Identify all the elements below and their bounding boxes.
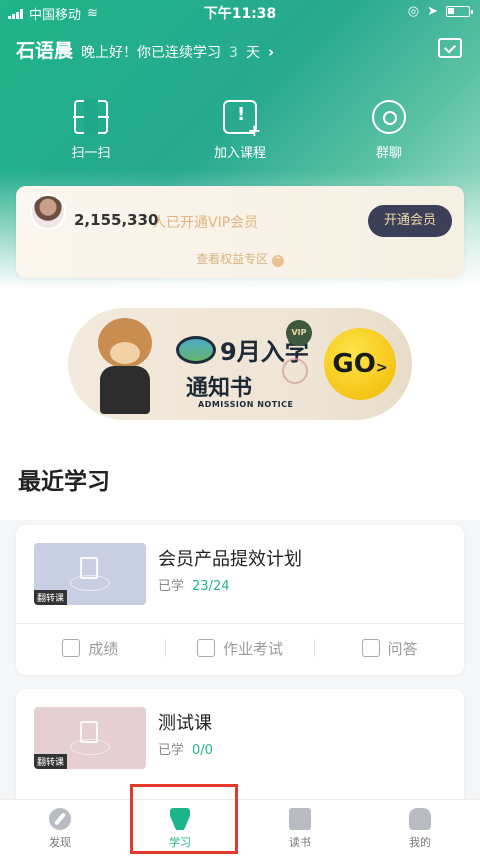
scan-label: 扫一扫 — [71, 146, 111, 161]
admission-banner[interactable]: 9月入学 通知书 ADMISSION NOTICE VIP GO> — [68, 308, 412, 420]
add-course-icon — [223, 100, 261, 140]
location-icon: ➤ — [427, 4, 438, 19]
course-title[interactable]: 会员产品提效计划 — [158, 545, 302, 571]
tab-me[interactable]: 我的 — [360, 800, 480, 857]
progress-label: 已学 — [158, 743, 185, 758]
open-vip-button[interactable]: 开通会员 — [368, 205, 452, 237]
view-benefits-label: 查看权益专区 — [196, 252, 269, 266]
banner-subtitle: ADMISSION NOTICE — [198, 400, 294, 409]
course-type-tag: 翻转课 — [34, 590, 68, 605]
grades-button[interactable]: 成绩 — [16, 638, 165, 659]
quick-actions: 扫一扫 加入课程 群聊 — [0, 99, 480, 170]
compass-icon — [49, 808, 71, 830]
qa-label: 问答 — [387, 639, 418, 658]
chevron-up-icon: ⌃ — [271, 255, 284, 267]
globe-icon — [176, 336, 216, 364]
message-icon[interactable] — [438, 38, 462, 58]
add-course-button[interactable]: 加入课程 — [195, 100, 285, 161]
tab-discover[interactable]: 发现 — [0, 800, 120, 857]
streak-days: 3 — [229, 45, 238, 61]
tab-discover-label: 发现 — [49, 836, 71, 849]
vip-badge-icon: VIP — [286, 320, 312, 346]
go-arrow-icon: > — [375, 360, 388, 376]
scan-button[interactable]: 扫一扫 — [46, 99, 136, 161]
stamp-icon — [282, 358, 308, 384]
homework-exam-label: 作业考试 — [223, 639, 284, 658]
go-label: GO — [332, 349, 376, 379]
homework-icon — [197, 639, 215, 657]
vip-member-text: 人已开通VIP会员 — [152, 215, 259, 231]
streak-unit: 天 — [245, 45, 260, 61]
status-right: ◎ ➤ — [407, 4, 473, 19]
qa-button[interactable]: 问答 — [315, 638, 464, 659]
progress-value: 23/24 — [192, 579, 230, 594]
progress-value: 0/0 — [192, 743, 213, 758]
course-type-tag: 翻转课 — [34, 754, 68, 769]
bear-mascot-icon — [90, 318, 160, 414]
tab-bar: 发现 学习 读书 我的 — [0, 799, 480, 857]
book-icon — [289, 808, 311, 830]
greeting-message: 晚上好！你已连续学习 — [81, 45, 222, 61]
course-title[interactable]: 测试课 — [158, 709, 212, 735]
group-chat-label: 群聊 — [375, 146, 402, 161]
user-icon — [409, 808, 431, 830]
chevron-right-icon: › — [267, 43, 275, 61]
avatar — [30, 194, 66, 230]
course-sub-actions: 成绩 作业考试 问答 — [16, 633, 464, 663]
recent-learning-title: 最近学习 — [18, 469, 110, 495]
course-thumbnail[interactable]: 翻转课 — [34, 543, 146, 605]
course-progress: 已学 23/24 — [158, 575, 229, 594]
card-divider — [16, 623, 464, 624]
group-chat-icon — [372, 100, 406, 134]
scan-icon — [73, 99, 109, 135]
course-thumbnail[interactable]: 翻转课 — [34, 707, 146, 769]
course-progress: 已学 0/0 — [158, 739, 213, 758]
course-card: 翻转课 会员产品提效计划 已学 23/24 成绩 作业考试 问答 — [16, 525, 464, 675]
status-bar: 中国移动 ≋ 下午11:38 ◎ ➤ — [0, 0, 480, 24]
tab-me-label: 我的 — [409, 836, 431, 849]
grades-label: 成绩 — [88, 639, 119, 658]
vip-member-count: 2,155,330 — [74, 211, 159, 229]
go-button[interactable]: GO> — [324, 328, 396, 400]
grades-icon — [62, 639, 81, 657]
homework-exam-button[interactable]: 作业考试 — [166, 638, 315, 659]
group-chat-button[interactable]: 群聊 — [344, 100, 434, 161]
tab-reading[interactable]: 读书 — [240, 800, 360, 857]
tab-reading-label: 读书 — [289, 836, 311, 849]
highlight-box — [130, 784, 238, 854]
vip-card: 2,155,330 人已开通VIP会员 开通会员 查看权益专区 ⌃ — [16, 186, 464, 278]
progress-label: 已学 — [158, 579, 185, 594]
user-name: 石语晨 — [16, 40, 74, 62]
banner-title-line2: 通知书 — [186, 376, 253, 401]
add-course-label: 加入课程 — [213, 146, 266, 161]
orientation-lock-icon: ◎ — [407, 4, 420, 19]
greeting-row[interactable]: 石语晨 晚上好！你已连续学习 3 天 › — [16, 36, 274, 63]
view-benefits-link[interactable]: 查看权益专区 ⌃ — [16, 250, 464, 267]
course-card: 翻转课 测试课 已学 0/0 — [16, 689, 464, 809]
battery-icon — [446, 6, 473, 17]
qa-icon — [361, 639, 380, 657]
